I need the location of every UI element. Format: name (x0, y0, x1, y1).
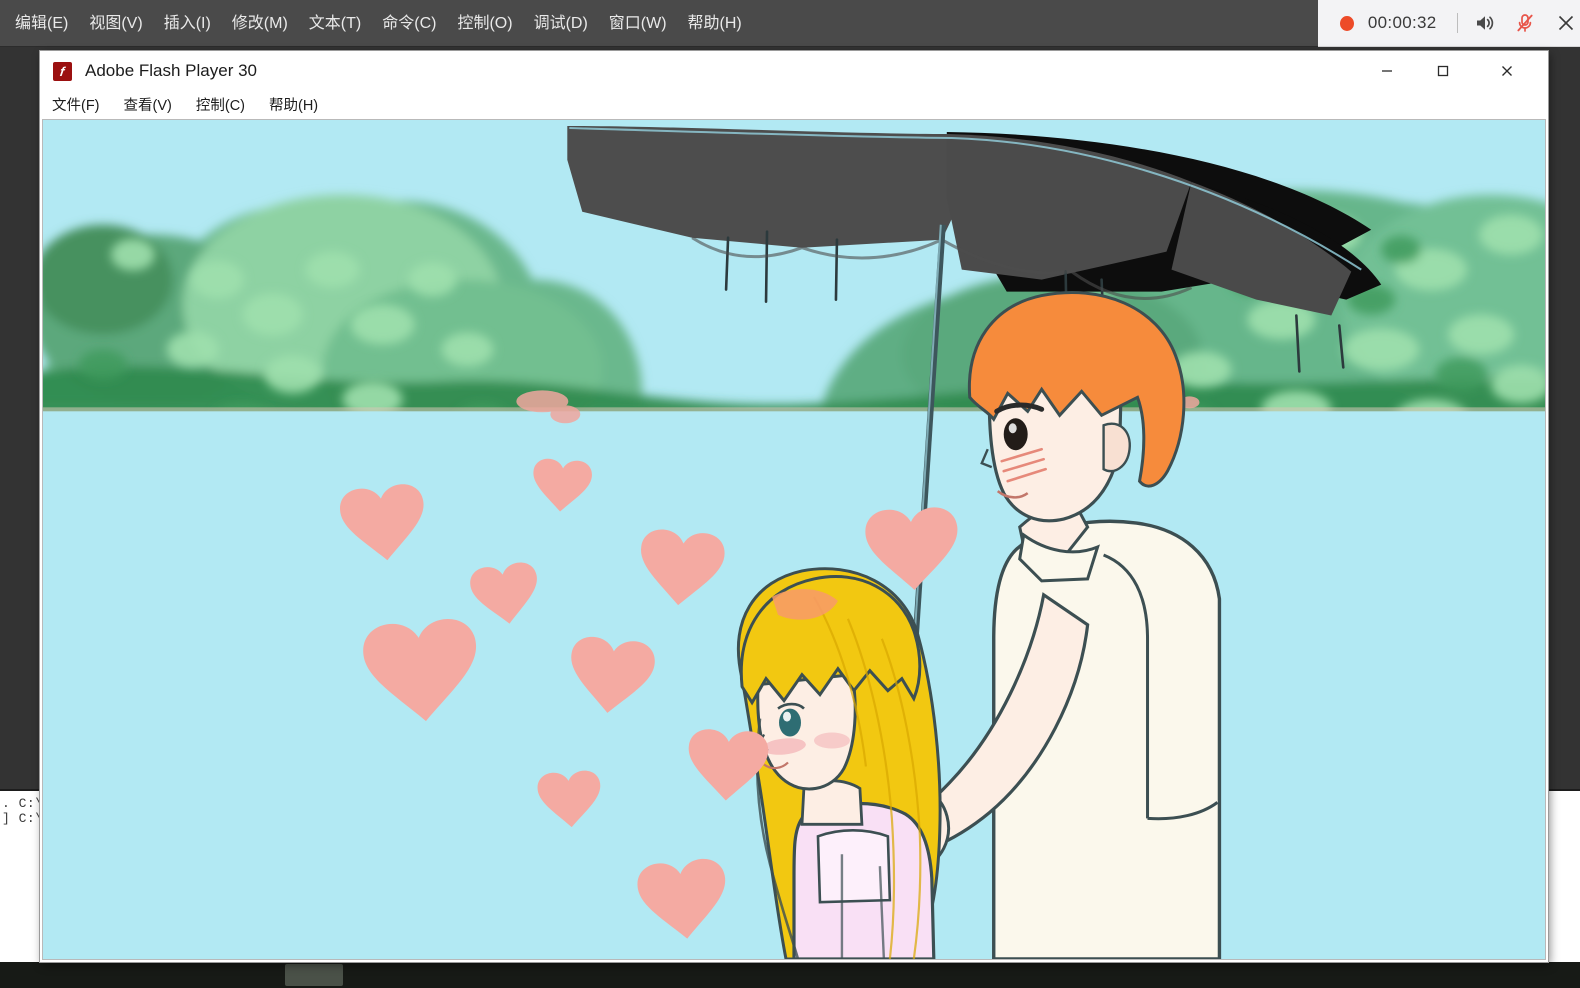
flash-menu-bar: 文件(F) 查看(V) 控制(C) 帮助(H) (40, 91, 1548, 118)
scene-illustration (43, 120, 1545, 959)
adobe-flash-player-window: f Adobe Flash Player 30 文件(F) 查看(V) 控制(C) 帮… (40, 51, 1548, 962)
flash-logo-icon: f (53, 61, 72, 81)
menu-modify[interactable]: 修改(M) (223, 0, 297, 47)
window-titlebar[interactable]: f Adobe Flash Player 30 (40, 51, 1548, 91)
recording-indicator-dot (1340, 15, 1354, 31)
flash-menu-control[interactable]: 控制(C) (196, 94, 245, 115)
girl-blush (813, 732, 850, 749)
girl-dress-bib (816, 829, 892, 904)
girl-eye (779, 708, 801, 737)
speaker-icon[interactable] (1470, 8, 1498, 38)
screen-recording-toolbar: 00:00:32 (1318, 0, 1580, 47)
flash-logo-glyph: f (59, 63, 66, 79)
taskbar[interactable] (0, 962, 1580, 988)
flash-menu-file[interactable]: 文件(F) (52, 94, 100, 115)
flash-stage[interactable] (42, 119, 1546, 960)
close-button[interactable] (1484, 51, 1530, 91)
menu-edit[interactable]: 编辑(E) (6, 0, 77, 47)
menu-text[interactable]: 文本(T) (300, 0, 370, 47)
menu-insert[interactable]: 插入(I) (155, 0, 220, 47)
boy-eye (1003, 418, 1028, 451)
close-recording-button[interactable] (1552, 8, 1580, 38)
menu-control[interactable]: 控制(O) (448, 0, 521, 47)
menu-commands[interactable]: 命令(C) (373, 0, 445, 47)
flash-menu-help[interactable]: 帮助(H) (269, 94, 318, 115)
illustration-canvas (43, 120, 1545, 959)
minimize-button[interactable] (1364, 51, 1410, 91)
menu-help[interactable]: 帮助(H) (679, 0, 751, 47)
toolbar-divider (1456, 13, 1458, 33)
recording-timer: 00:00:32 (1367, 13, 1437, 32)
menu-window[interactable]: 窗口(W) (600, 0, 676, 47)
application-menu-bar: 编辑(E) 视图(V) 插入(I) 修改(M) 文本(T) 命令(C) 控制(O) 调试(D)… (0, 0, 1318, 47)
maximize-button[interactable] (1420, 51, 1466, 91)
microphone-muted-icon[interactable] (1511, 8, 1539, 38)
menu-view[interactable]: 视图(V) (80, 0, 151, 47)
taskbar-active-item[interactable] (285, 964, 343, 986)
menu-debug[interactable]: 调试(D) (525, 0, 597, 47)
flash-menu-view[interactable]: 查看(V) (124, 94, 172, 115)
window-title: Adobe Flash Player 30 (85, 61, 257, 80)
